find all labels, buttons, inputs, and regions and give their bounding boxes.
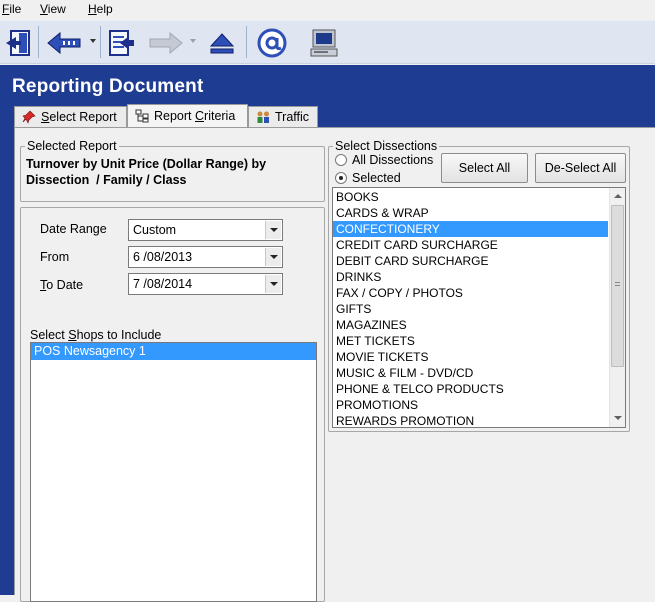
- back-dropdown-icon[interactable]: [90, 39, 96, 43]
- computer-icon[interactable]: [306, 24, 342, 62]
- scroll-down-icon[interactable]: [614, 416, 622, 420]
- list-item[interactable]: FAX / COPY / PHOTOS: [333, 285, 608, 301]
- list-item[interactable]: MUSIC & FILM - DVD/CD: [333, 365, 608, 381]
- list-item[interactable]: DEBIT CARD SURCHARGE: [333, 253, 608, 269]
- select-shops-label: Select Shops to Include: [30, 328, 162, 342]
- tab-select-report[interactable]: Select Report: [14, 106, 127, 127]
- dissections-scrollbar[interactable]: [609, 188, 625, 427]
- list-item[interactable]: MET TICKETS: [333, 333, 608, 349]
- list-item[interactable]: BOOKS: [333, 189, 608, 205]
- toolbar-separator: [100, 26, 101, 58]
- select-all-button[interactable]: Select All: [441, 153, 528, 183]
- shops-listbox[interactable]: POS Newsagency 1: [30, 342, 317, 602]
- from-label: From: [40, 250, 70, 264]
- scroll-up-icon[interactable]: [614, 194, 622, 198]
- tab-traffic[interactable]: Traffic: [248, 106, 318, 127]
- list-item[interactable]: GIFTS: [333, 301, 608, 317]
- people-icon: [255, 109, 271, 125]
- menu-help[interactable]: Help: [88, 2, 113, 16]
- chevron-down-icon[interactable]: [265, 221, 281, 239]
- from-date-picker[interactable]: 6 /08/2013: [128, 246, 283, 268]
- to-date-label: To Date: [40, 278, 84, 292]
- forward-arrow-icon[interactable]: [146, 24, 186, 62]
- list-item[interactable]: CONFECTIONERY: [333, 221, 608, 237]
- chevron-down-icon[interactable]: [265, 248, 281, 266]
- menu-file[interactable]: File: [2, 2, 21, 16]
- to-date-picker[interactable]: 7 /08/2014: [128, 273, 283, 295]
- back-arrow-icon[interactable]: [44, 24, 84, 62]
- deselect-all-button[interactable]: De-Select All: [535, 153, 626, 183]
- radio-off-icon: [335, 154, 347, 166]
- radio-all-dissections[interactable]: All Dissections: [335, 153, 433, 167]
- chevron-down-icon[interactable]: [265, 275, 281, 293]
- toolbar-separator: [246, 26, 247, 58]
- pushpin-icon: [21, 109, 37, 125]
- menu-bar: File View Help: [0, 0, 655, 20]
- list-item[interactable]: MOVIE TICKETS: [333, 349, 608, 365]
- list-item[interactable]: PROMOTIONS: [333, 397, 608, 413]
- dissections-list: BOOKS CARDS & WRAP CONFECTIONERY CREDIT CAR…: [333, 188, 625, 427]
- list-item[interactable]: PHONE & TELCO PRODUCTS: [333, 381, 608, 397]
- radio-selected[interactable]: Selected: [335, 171, 401, 185]
- list-item[interactable]: POS Newsagency 1: [31, 343, 316, 360]
- list-item[interactable]: CREDIT CARD SURCHARGE: [333, 237, 608, 253]
- report-name-line2: Dissection / Family / Class: [26, 173, 187, 187]
- forward-dropdown-icon[interactable]: [190, 39, 196, 43]
- toolbar: [0, 20, 655, 64]
- select-dissections-legend: Select Dissections: [335, 139, 438, 153]
- scroll-thumb[interactable]: [611, 205, 624, 367]
- eject-icon[interactable]: [206, 24, 238, 62]
- list-item[interactable]: REWARDS PROMOTION: [333, 413, 608, 427]
- exit-door-icon[interactable]: [2, 24, 36, 62]
- radio-on-icon: [335, 172, 347, 184]
- date-range-select[interactable]: Custom: [128, 219, 283, 241]
- grip-icon: [615, 282, 620, 286]
- selected-report-legend: Selected Report: [27, 139, 117, 153]
- page-title: Reporting Document: [12, 76, 204, 97]
- list-item[interactable]: CARDS & WRAP: [333, 205, 608, 221]
- export-icon[interactable]: [104, 24, 138, 62]
- list-item[interactable]: MAGAZINES: [333, 317, 608, 333]
- dissections-listbox[interactable]: BOOKS CARDS & WRAP CONFECTIONERY CREDIT CAR…: [332, 187, 626, 428]
- hierarchy-icon: [134, 108, 150, 124]
- report-name-line1: Turnover by Unit Price (Dollar Range) by: [26, 157, 267, 171]
- list-item[interactable]: DRINKS: [333, 269, 608, 285]
- email-at-icon[interactable]: [254, 24, 290, 62]
- date-range-label: Date Range: [40, 222, 107, 236]
- tab-report-criteria[interactable]: Report Criteria: [127, 104, 248, 127]
- menu-view[interactable]: View: [40, 2, 66, 16]
- toolbar-separator: [38, 26, 39, 58]
